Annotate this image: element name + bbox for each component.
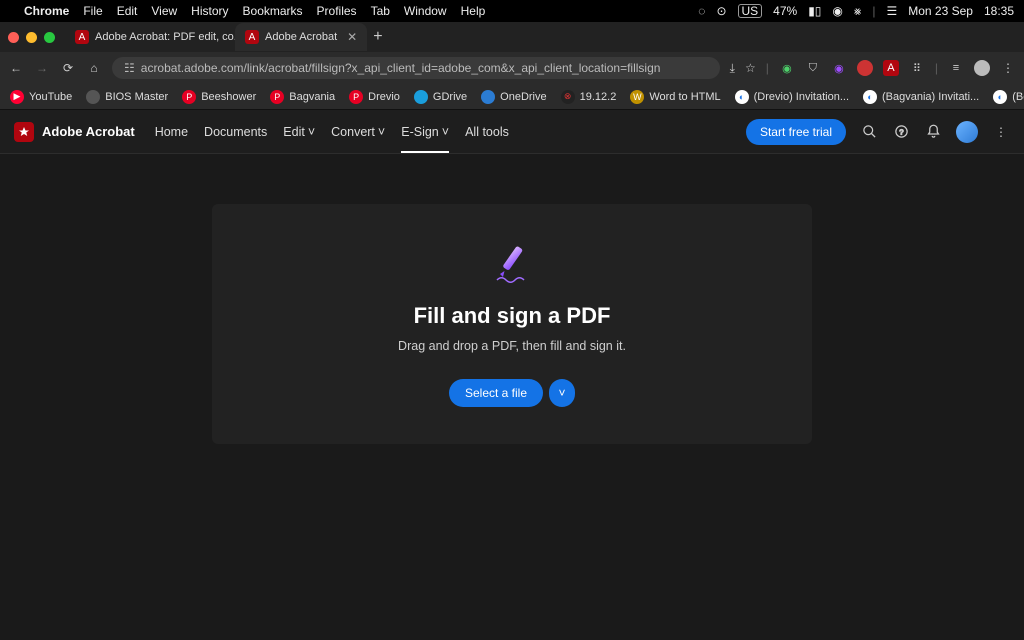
browser-addressbar: ← → ⟳ ⌂ ☷ acrobat.adobe.com/link/acrobat… bbox=[0, 52, 1024, 84]
control-center-icon[interactable]: ☰ bbox=[886, 4, 897, 18]
install-app-icon[interactable]: ⤓ bbox=[730, 61, 735, 76]
minimize-window-button[interactable] bbox=[26, 32, 37, 43]
menu-window[interactable]: Window bbox=[404, 4, 447, 18]
close-window-button[interactable] bbox=[8, 32, 19, 43]
window-controls bbox=[8, 32, 55, 43]
home-button[interactable]: ⌂ bbox=[86, 61, 102, 75]
acrobat-brand-label: Adobe Acrobat bbox=[42, 124, 135, 139]
new-tab-button[interactable]: + bbox=[373, 28, 382, 46]
bookmarks-bar: ▶YouTube BIOS Master PBeeshower PBagvani… bbox=[0, 84, 1024, 110]
start-free-trial-button[interactable]: Start free trial bbox=[746, 119, 846, 145]
status-lang[interactable]: US bbox=[738, 4, 763, 18]
bookmark-onedrive[interactable]: OneDrive bbox=[481, 90, 546, 104]
search-icon[interactable] bbox=[860, 123, 878, 141]
acrobat-header: Adobe Acrobat Home Documents Edit ˅ Conv… bbox=[0, 110, 1024, 154]
ext-noscript-icon[interactable]: ◉ bbox=[831, 60, 847, 76]
bookmark-drevio-invitation[interactable]: ◐(Drevio) Invitation... bbox=[735, 90, 849, 104]
bookmark-19-12-2[interactable]: ⊗19.12.2 bbox=[561, 90, 617, 104]
close-tab-icon[interactable]: ✕ bbox=[347, 30, 357, 44]
bookmark-bagvania[interactable]: PBagvania bbox=[270, 90, 335, 104]
chevron-down-icon: ˅ bbox=[559, 386, 566, 400]
status-wifi-icon[interactable]: ⨳ bbox=[854, 4, 861, 19]
acrobat-nav: Home Documents Edit ˅ Convert ˅ E-Sign ˅… bbox=[155, 110, 509, 153]
bookmark-bios-master[interactable]: BIOS Master bbox=[86, 90, 168, 104]
back-button[interactable]: ← bbox=[8, 61, 24, 75]
profile-avatar-icon[interactable] bbox=[974, 60, 990, 76]
nav-esign[interactable]: E-Sign ˅ bbox=[401, 110, 449, 153]
menu-profiles[interactable]: Profiles bbox=[317, 4, 357, 18]
acrobat-logo-icon bbox=[14, 122, 34, 142]
card-subtitle: Drag and drop a PDF, then fill and sign … bbox=[398, 339, 626, 353]
bookmark-gdrive[interactable]: GDrive bbox=[414, 90, 467, 104]
tab-favicon-icon: A bbox=[245, 30, 259, 44]
chevron-down-icon: ˅ bbox=[442, 125, 449, 139]
tab-acrobat-pdf-edit[interactable]: A Adobe Acrobat: PDF edit, co... ✕ bbox=[65, 23, 235, 51]
menu-edit[interactable]: Edit bbox=[117, 4, 138, 18]
bookmark-bagvania-invitation[interactable]: ◐(Bagvania) Invitati... bbox=[863, 90, 979, 104]
chrome-menu-button[interactable]: ⋮ bbox=[1000, 61, 1016, 75]
ext-reader-icon[interactable]: ≡ bbox=[948, 60, 964, 76]
nav-edit[interactable]: Edit ˅ bbox=[283, 110, 315, 153]
bookmark-word-to-html[interactable]: WWord to HTML bbox=[630, 90, 720, 104]
status-date[interactable]: Mon 23 Sep bbox=[908, 4, 973, 18]
tab-adobe-acrobat[interactable]: A Adobe Acrobat ✕ bbox=[235, 23, 367, 51]
svg-text:?: ? bbox=[899, 128, 903, 137]
maximize-window-button[interactable] bbox=[44, 32, 55, 43]
ext-lock-icon[interactable]: ⛉ bbox=[805, 60, 821, 76]
help-icon[interactable]: ? bbox=[892, 123, 910, 141]
bookmark-beeshower-invitation[interactable]: ◐(Beeshower) Invita... bbox=[993, 90, 1024, 104]
bookmark-beeshower[interactable]: PBeeshower bbox=[182, 90, 256, 104]
bookmark-star-icon[interactable]: ☆ bbox=[745, 61, 756, 75]
select-file-button[interactable]: Select a file bbox=[449, 379, 543, 407]
ext-puzzle-icon[interactable]: ⠿ bbox=[909, 60, 925, 76]
status-battery[interactable]: 47% bbox=[773, 4, 797, 18]
notifications-icon[interactable] bbox=[924, 123, 942, 141]
chevron-down-icon: ˅ bbox=[308, 125, 315, 139]
select-file-dropdown-button[interactable]: ˅ bbox=[549, 379, 575, 407]
browser-tabstrip: A Adobe Acrobat: PDF edit, co... ✕ A Ado… bbox=[0, 22, 1024, 52]
fill-sign-card: Fill and sign a PDF Drag and drop a PDF,… bbox=[212, 204, 812, 444]
menu-app[interactable]: Chrome bbox=[24, 4, 69, 18]
status-time[interactable]: 18:35 bbox=[984, 4, 1014, 18]
menu-view[interactable]: View bbox=[151, 4, 177, 18]
bookmark-youtube[interactable]: ▶YouTube bbox=[10, 90, 72, 104]
menu-history[interactable]: History bbox=[191, 4, 228, 18]
status-record-icon[interactable]: ⊙ bbox=[716, 4, 726, 18]
more-menu-icon[interactable]: ⋮ bbox=[992, 123, 1010, 141]
menu-tab[interactable]: Tab bbox=[371, 4, 390, 18]
menu-file[interactable]: File bbox=[83, 4, 102, 18]
tab-label: Adobe Acrobat bbox=[265, 31, 337, 43]
site-settings-icon[interactable]: ☷ bbox=[124, 61, 135, 75]
acrobat-main: Fill and sign a PDF Drag and drop a PDF,… bbox=[0, 154, 1024, 640]
nav-alltools[interactable]: All tools bbox=[465, 110, 509, 153]
reload-button[interactable]: ⟳ bbox=[60, 61, 76, 75]
ext-shield-icon[interactable]: ◉ bbox=[779, 60, 795, 76]
bookmark-drevio[interactable]: PDrevio bbox=[349, 90, 400, 104]
url-text: acrobat.adobe.com/link/acrobat/fillsign?… bbox=[141, 61, 661, 75]
menu-help[interactable]: Help bbox=[461, 4, 486, 18]
chevron-down-icon: ˅ bbox=[378, 125, 385, 139]
status-dnd-icon[interactable]: ◌ bbox=[698, 4, 705, 18]
forward-button[interactable]: → bbox=[34, 61, 50, 75]
nav-documents[interactable]: Documents bbox=[204, 110, 267, 153]
acrobat-logo[interactable]: Adobe Acrobat bbox=[14, 122, 135, 142]
nav-convert[interactable]: Convert ˅ bbox=[331, 110, 385, 153]
profile-avatar[interactable] bbox=[956, 121, 978, 143]
nav-home[interactable]: Home bbox=[155, 110, 188, 153]
wifi-icon[interactable]: ◉ bbox=[832, 4, 842, 18]
page-content: Adobe Acrobat Home Documents Edit ˅ Conv… bbox=[0, 110, 1024, 640]
url-input[interactable]: ☷ acrobat.adobe.com/link/acrobat/fillsig… bbox=[112, 57, 720, 79]
pen-sign-icon bbox=[488, 241, 536, 289]
card-title: Fill and sign a PDF bbox=[414, 303, 611, 329]
macos-menubar: Chrome File Edit View History Bookmarks … bbox=[0, 0, 1024, 22]
ext-red-icon[interactable] bbox=[857, 60, 873, 76]
ext-acrobat-icon[interactable]: A bbox=[883, 60, 899, 76]
tab-favicon-icon: A bbox=[75, 30, 89, 44]
menu-bookmarks[interactable]: Bookmarks bbox=[243, 4, 303, 18]
battery-icon: ▮▯ bbox=[808, 4, 821, 18]
tab-label: Adobe Acrobat: PDF edit, co... bbox=[95, 31, 235, 43]
